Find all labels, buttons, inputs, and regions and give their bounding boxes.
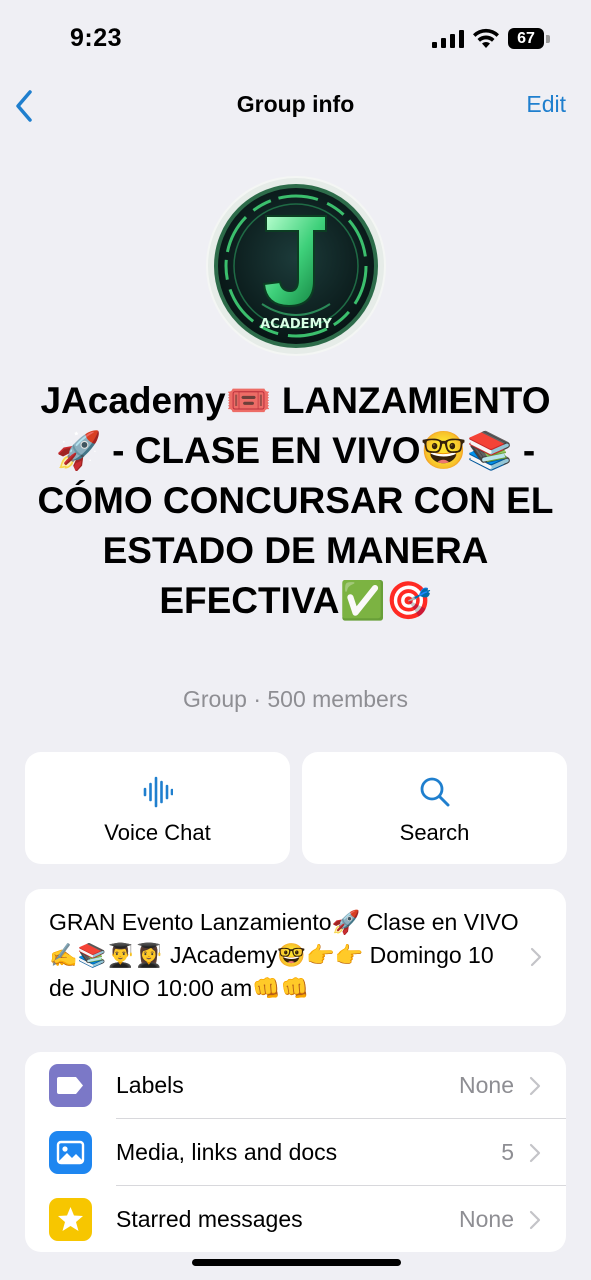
jacademy-logo: ACADEMY: [208, 178, 384, 354]
group-description[interactable]: GRAN Evento Lanzamiento🚀 Clase en VIVO ✍…: [25, 889, 566, 1026]
voice-chat-icon: [143, 776, 173, 808]
list-item-value: None: [459, 1072, 514, 1098]
search-icon: [420, 777, 449, 807]
search-button[interactable]: Search: [302, 752, 567, 864]
voice-chat-button[interactable]: Voice Chat: [25, 752, 290, 864]
wifi-icon: [473, 28, 499, 48]
list-item-value: None: [459, 1206, 514, 1232]
group-name: JAcademy🎟️ LANZAMIENTO🚀 - CLASE EN VIVO🤓…: [37, 380, 554, 621]
list-item-label: Labels: [116, 1072, 184, 1098]
group-settings-list: Labels None Media, links and docs 5 Star…: [25, 1052, 566, 1252]
edit-button[interactable]: Edit: [526, 91, 566, 118]
chevron-right-icon: [529, 1076, 541, 1096]
home-indicator[interactable]: [192, 1259, 401, 1266]
svg-text:ACADEMY: ACADEMY: [260, 317, 332, 332]
voice-chat-label: Voice Chat: [104, 820, 211, 845]
navigation-bar: Group info Edit: [0, 80, 591, 132]
list-item-value: 5: [501, 1139, 514, 1165]
star-icon: [49, 1198, 92, 1241]
list-item-labels[interactable]: Labels None: [25, 1052, 566, 1119]
list-item-label: Starred messages: [116, 1206, 303, 1232]
label-icon: [49, 1064, 92, 1107]
list-item-media-links-docs[interactable]: Media, links and docs 5: [25, 1119, 566, 1186]
battery-level: 67: [517, 30, 535, 47]
search-label: Search: [399, 820, 470, 845]
battery-icon: 67: [508, 28, 550, 49]
photo-icon: [49, 1131, 92, 1174]
group-member-count: Group · 500 members: [183, 686, 408, 712]
group-avatar[interactable]: ACADEMY: [206, 176, 386, 356]
page-title: Group info: [236, 91, 355, 117]
chevron-right-icon: [529, 1210, 541, 1230]
description-text: GRAN Evento Lanzamiento🚀 Clase en VIVO ✍…: [49, 909, 519, 1001]
chevron-right-icon: [529, 1143, 541, 1163]
list-item-label: Media, links and docs: [116, 1139, 338, 1165]
status-time: 9:23: [70, 24, 123, 52]
cellular-signal-icon: [432, 30, 464, 48]
list-item-starred-messages[interactable]: Starred messages None: [25, 1186, 566, 1252]
status-bar: 9:23 67: [0, 0, 591, 80]
chevron-right-icon: [530, 947, 542, 967]
